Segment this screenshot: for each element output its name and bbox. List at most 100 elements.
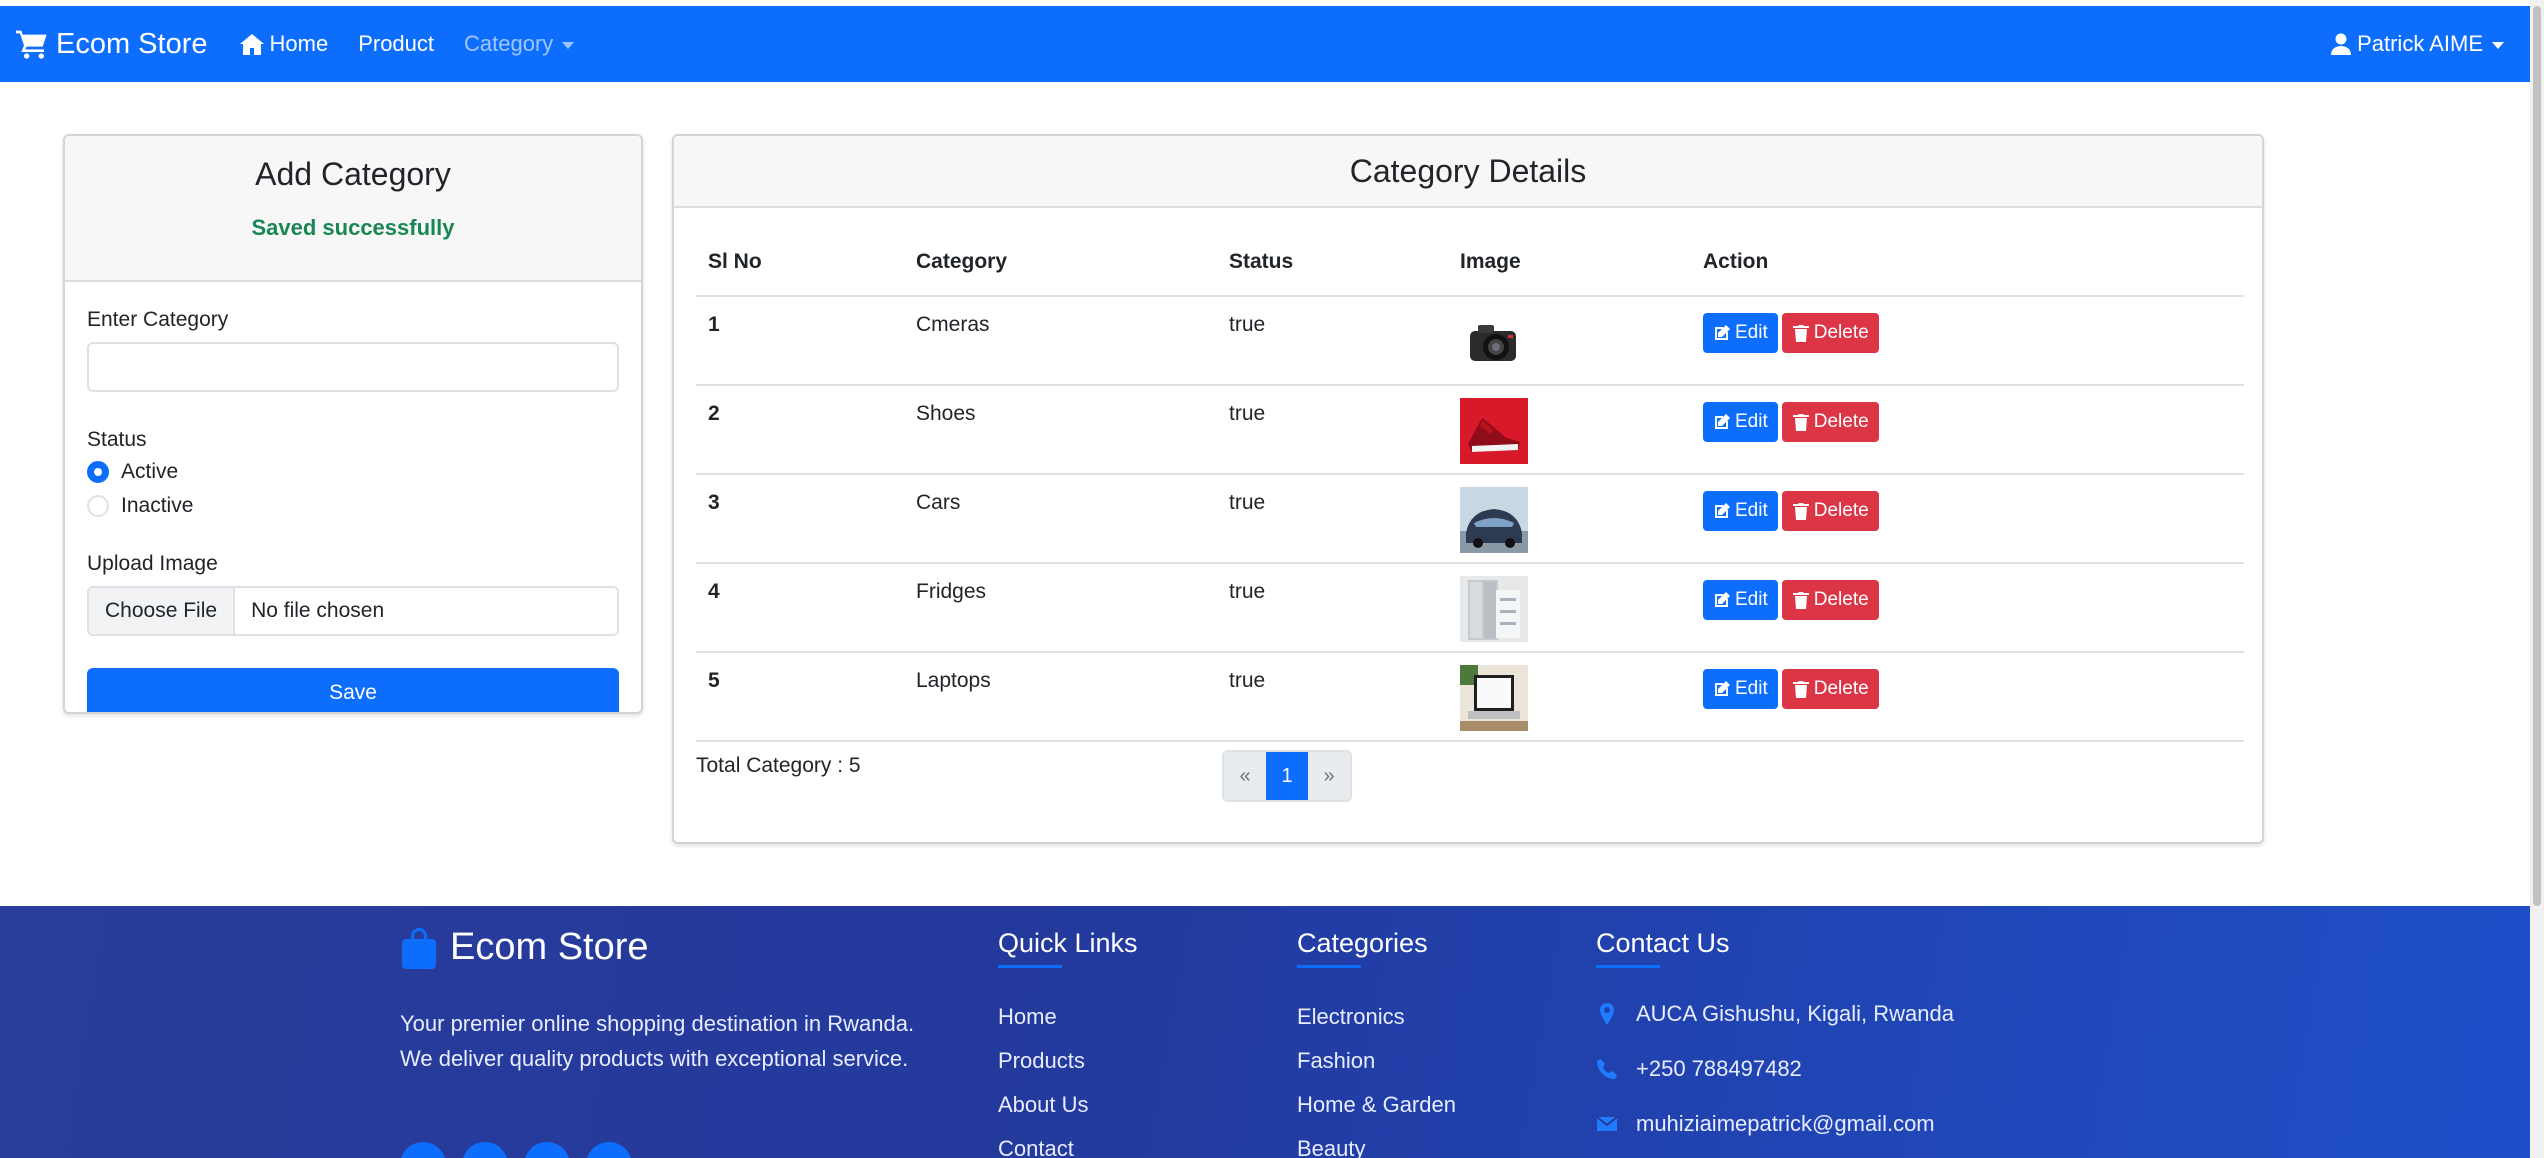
footer-category-electronics[interactable]: Electronics: [1297, 1004, 1456, 1029]
row-sl: 3: [696, 474, 904, 564]
delete-label: Delete: [1813, 589, 1869, 610]
nav-category-label: Category: [464, 31, 554, 56]
edit-label: Edit: [1735, 500, 1768, 521]
row-image-cell: [1448, 652, 1691, 742]
footer: Ecom Store Your premier online shopping …: [0, 906, 2530, 1158]
upload-label: Upload Image: [87, 552, 218, 575]
nav-product-label: Product: [358, 31, 435, 56]
shopping-bag-icon: [402, 927, 436, 969]
choose-file-button[interactable]: Choose File: [89, 588, 236, 634]
footer-category-fashion[interactable]: Fashion: [1297, 1048, 1456, 1073]
twitter-icon[interactable]: [462, 1142, 508, 1158]
footer-link-about[interactable]: About Us: [998, 1092, 1138, 1117]
instagram-icon[interactable]: [524, 1142, 570, 1158]
delete-button[interactable]: Delete: [1781, 402, 1879, 442]
footer-link-home[interactable]: Home: [998, 1004, 1138, 1029]
delete-label: Delete: [1813, 500, 1869, 521]
envelope-icon: [1596, 1116, 1618, 1131]
delete-button[interactable]: Delete: [1781, 580, 1879, 620]
pagination-page-1[interactable]: 1: [1266, 752, 1308, 800]
trash-icon: [1792, 414, 1809, 431]
footer-link-products[interactable]: Products: [998, 1048, 1138, 1073]
pagination-prev[interactable]: «: [1224, 752, 1266, 800]
user-icon: [2331, 33, 2352, 55]
footer-brand-text: Ecom Store: [450, 926, 649, 968]
row-category: Fridges: [904, 563, 1217, 653]
add-category-title: Add Category: [255, 156, 451, 192]
col-action: Action: [1691, 228, 2244, 297]
total-category-count: Total Category : 5: [696, 754, 861, 777]
col-status: Status: [1217, 228, 1448, 297]
edit-icon: [1715, 325, 1730, 340]
social-links: [400, 1142, 648, 1158]
contact-email-text[interactable]: muhiziaimepatrick@gmail.com: [1636, 1111, 1935, 1137]
contact-phone: +250 788497482: [1596, 1055, 1954, 1083]
phone-icon: [1597, 1059, 1617, 1079]
row-status: true: [1217, 652, 1448, 742]
row-status: true: [1217, 296, 1448, 386]
user-menu[interactable]: Patrick AIME: [2331, 6, 2504, 82]
edit-button[interactable]: Edit: [1703, 402, 1778, 442]
row-category: Laptops: [904, 652, 1217, 742]
image-file-input[interactable]: Choose File No file chosen: [87, 586, 619, 636]
delete-button[interactable]: Delete: [1781, 313, 1879, 353]
col-category: Category: [904, 228, 1217, 297]
chevron-down-icon: [2492, 41, 2504, 49]
home-icon: [239, 34, 264, 55]
delete-button[interactable]: Delete: [1781, 491, 1879, 531]
quick-links-section: Quick Links Home Products About Us Conta…: [998, 928, 1138, 1158]
row-category: Cars: [904, 474, 1217, 564]
nav-links: Home Product Category: [239, 31, 605, 57]
nav-category-dropdown[interactable]: Category: [464, 31, 575, 57]
section-underline: [1596, 965, 1660, 968]
row-actions: Edit Delete: [1691, 474, 2244, 564]
category-details-title: Category Details: [1349, 152, 1587, 189]
facebook-icon[interactable]: [400, 1142, 446, 1158]
edit-label: Edit: [1735, 678, 1768, 699]
footer-category-home-garden[interactable]: Home & Garden: [1297, 1092, 1456, 1117]
edit-button[interactable]: Edit: [1703, 491, 1778, 531]
edit-button[interactable]: Edit: [1703, 669, 1778, 709]
contact-section: Contact Us AUCA Gishushu, Kigali, Rwanda…: [1596, 928, 1954, 1158]
status-active-option[interactable]: Active: [87, 460, 619, 484]
laptop-image: [1460, 665, 1528, 731]
table-row: 4 Fridges true Edit Delete: [696, 563, 2244, 653]
save-button[interactable]: Save: [87, 668, 619, 712]
edit-label: Edit: [1735, 411, 1768, 432]
pagination: « 1 »: [1222, 750, 1352, 802]
status-active-radio[interactable]: [87, 461, 109, 483]
page-scrollbar[interactable]: [2530, 0, 2544, 1158]
row-image-cell: [1448, 563, 1691, 653]
row-sl: 1: [696, 296, 904, 386]
section-underline: [1297, 965, 1361, 968]
file-status-text: No file chosen: [251, 599, 385, 622]
nav-home[interactable]: Home: [239, 31, 328, 57]
row-sl: 4: [696, 563, 904, 653]
row-category: Shoes: [904, 385, 1217, 475]
category-input[interactable]: [87, 342, 619, 392]
status-inactive-option[interactable]: Inactive: [87, 494, 619, 518]
edit-button[interactable]: Edit: [1703, 580, 1778, 620]
row-actions: Edit Delete: [1691, 385, 2244, 475]
fridge-image: [1460, 576, 1528, 642]
row-image-cell: [1448, 385, 1691, 475]
scrollbar-thumb[interactable]: [2533, 6, 2541, 906]
pagination-next[interactable]: »: [1308, 752, 1350, 800]
row-actions: Edit Delete: [1691, 296, 2244, 386]
contact-address-text: AUCA Gishushu, Kigali, Rwanda: [1636, 1001, 1954, 1026]
table-row: 2 Shoes true Edit Delete: [696, 385, 2244, 475]
delete-button[interactable]: Delete: [1781, 669, 1879, 709]
status-inactive-radio[interactable]: [87, 495, 109, 517]
linkedin-icon[interactable]: [586, 1142, 632, 1158]
edit-button[interactable]: Edit: [1703, 313, 1778, 353]
contact-email: muhiziaimepatrick@gmail.com: [1596, 1110, 1954, 1138]
footer-description: Your premier online shopping destination…: [400, 1011, 915, 1071]
nav-product[interactable]: Product: [358, 31, 434, 57]
status-inactive-label: Inactive: [121, 494, 194, 517]
footer-link-contact[interactable]: Contact: [998, 1136, 1138, 1158]
footer-category-beauty[interactable]: Beauty: [1297, 1136, 1456, 1158]
add-category-card: Add Category Saved successfully Enter Ca…: [63, 134, 643, 714]
navbar-brand[interactable]: Ecom Store: [16, 28, 208, 61]
contact-phone-text: +250 788497482: [1636, 1056, 1802, 1081]
table-row: 1 Cmeras true Edit Delete: [696, 296, 2244, 386]
